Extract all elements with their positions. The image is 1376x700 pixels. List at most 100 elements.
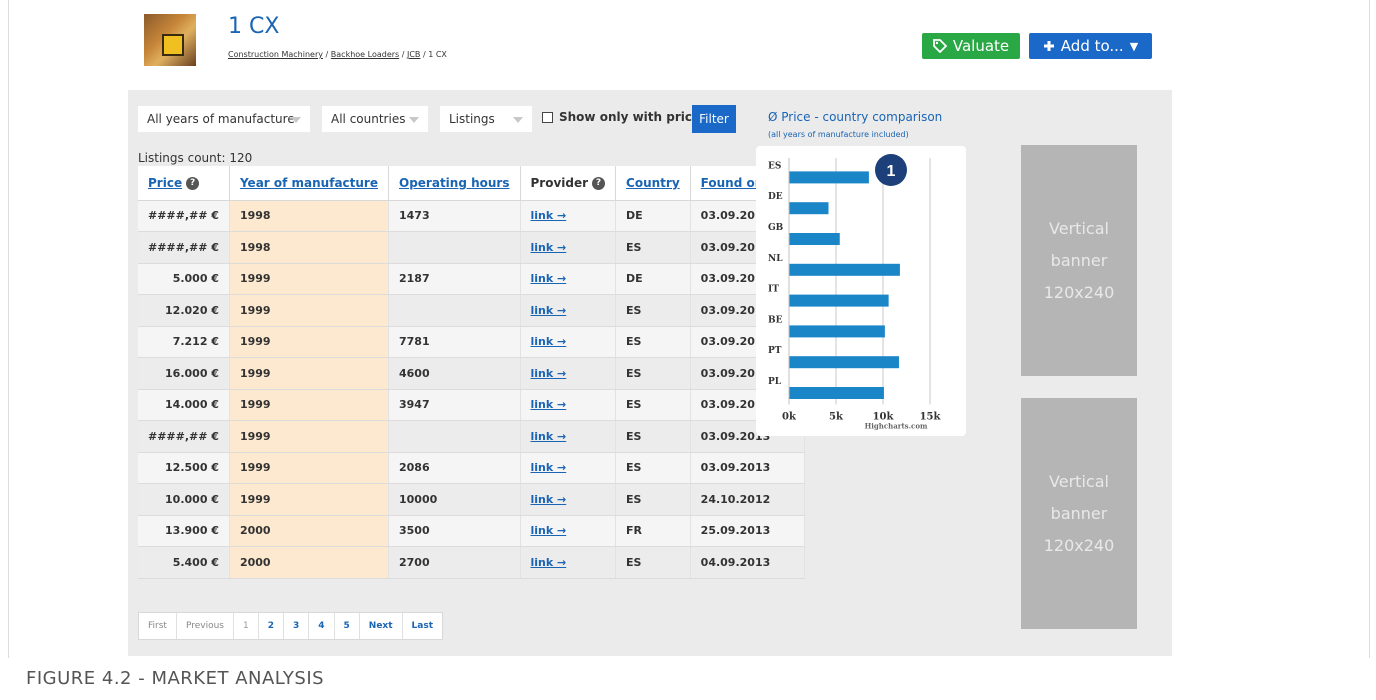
- cell-provider-link[interactable]: link →: [520, 389, 617, 421]
- figure-caption: FIGURE 4.2 - MARKET ANALYSIS: [26, 668, 325, 689]
- column-price[interactable]: Price?: [138, 166, 230, 201]
- vertical-banner-2[interactable]: Vertical banner 120x240: [1021, 398, 1137, 629]
- tag-icon: [932, 39, 947, 53]
- page-first[interactable]: First: [139, 613, 177, 639]
- breadcrumb-backhoe-loaders[interactable]: Backhoe Loaders: [331, 50, 399, 59]
- table-row: 10.000 €1999 10000 link → ES 24.10.2012: [138, 483, 805, 516]
- cell-year: 1998: [229, 231, 390, 264]
- bar-it: [789, 294, 889, 307]
- price-only-checkbox[interactable]: [542, 111, 553, 123]
- column-hours[interactable]: Operating hours: [388, 166, 521, 201]
- bar-nl: [789, 263, 900, 276]
- add-to-label: Add to...: [1060, 37, 1124, 55]
- cell-price: 13.900 €: [138, 515, 230, 547]
- cell-price: 16.000 €: [138, 357, 230, 390]
- bar-pt: [789, 356, 899, 369]
- cell-hours: [388, 231, 521, 264]
- breadcrumb-jcb[interactable]: JCB: [407, 50, 420, 59]
- cell-provider-link[interactable]: link →: [520, 420, 617, 453]
- page-last[interactable]: Last: [403, 613, 442, 639]
- valuate-label: Valuate: [952, 37, 1010, 55]
- chevron-down-icon: [513, 117, 523, 123]
- cell-hours: 4600: [388, 357, 521, 390]
- cell-found-on: 03.09.2013: [690, 452, 805, 484]
- help-icon[interactable]: ?: [592, 176, 606, 190]
- cell-provider-link[interactable]: link →: [520, 546, 617, 579]
- column-year[interactable]: Year of manufacture: [229, 166, 390, 201]
- cell-provider-link[interactable]: link →: [520, 483, 617, 516]
- cell-price: 10.000 €: [138, 483, 230, 516]
- cell-hours: 7781: [388, 326, 521, 358]
- cell-found-on: 25.09.2013: [690, 515, 805, 547]
- column-country[interactable]: Country: [615, 166, 691, 201]
- add-to-button[interactable]: Add to... ▼: [1029, 33, 1152, 59]
- cell-year: 1999: [229, 483, 390, 516]
- market-analysis-panel: All years of manufacture All countries L…: [128, 90, 1172, 656]
- filter-button[interactable]: Filter: [692, 105, 736, 133]
- cell-provider-link[interactable]: link →: [520, 263, 617, 295]
- cell-provider-link[interactable]: link →: [520, 326, 617, 358]
- y-category-label: NL: [768, 254, 783, 264]
- machine-thumbnail[interactable]: [144, 14, 196, 66]
- cell-price: 12.020 €: [138, 294, 230, 327]
- cell-price: 14.000 €: [138, 389, 230, 421]
- page-1[interactable]: 1: [234, 613, 259, 639]
- price-only-toggle[interactable]: Show only with price: [542, 110, 700, 124]
- cell-found-on: 24.10.2012: [690, 483, 805, 516]
- cell-provider-link[interactable]: link →: [520, 200, 617, 232]
- cell-year: 1999: [229, 294, 390, 327]
- table-row: 12.500 €1999 2086 link → ES 03.09.2013: [138, 452, 805, 484]
- page-3[interactable]: 3: [284, 613, 310, 639]
- cell-found-on: 04.09.2013: [690, 546, 805, 579]
- cell-hours: 2700: [388, 546, 521, 579]
- bar-es: [789, 171, 869, 184]
- page-title: 1 CX: [228, 14, 280, 39]
- page-5[interactable]: 5: [335, 613, 360, 639]
- table-header-row: Price? Year of manufacture Operating hou…: [138, 166, 805, 201]
- cell-country: ES: [615, 357, 691, 390]
- cell-country: ES: [615, 546, 691, 579]
- cell-provider-link[interactable]: link →: [520, 294, 617, 327]
- table-row: 12.020 €1999 link → ES 03.09.2013: [138, 294, 805, 327]
- cell-price: 5.400 €: [138, 546, 230, 579]
- countries-select[interactable]: All countries: [322, 106, 428, 132]
- page-next[interactable]: Next: [360, 613, 403, 639]
- table-row: 7.212 €1999 7781 link → ES 03.09.2013: [138, 326, 805, 358]
- cell-provider-link[interactable]: link →: [520, 357, 617, 390]
- y-category-label: BE: [768, 315, 783, 325]
- years-select[interactable]: All years of manufacture: [138, 106, 310, 132]
- cell-country: FR: [615, 515, 691, 547]
- callout-marker-label: 1: [887, 163, 896, 180]
- chart-credit: Highcharts.com: [865, 421, 928, 430]
- cell-year: 1999: [229, 326, 390, 358]
- vertical-banner-1[interactable]: Vertical banner 120x240: [1021, 145, 1137, 376]
- listings-count: Listings count: 120: [138, 151, 253, 165]
- cell-price: ####,## €: [138, 200, 230, 232]
- valuate-button[interactable]: Valuate: [922, 33, 1020, 59]
- breadcrumb-current: 1 CX: [428, 50, 447, 59]
- page-4[interactable]: 4: [309, 613, 335, 639]
- cell-price: ####,## €: [138, 420, 230, 453]
- y-category-label: PL: [768, 377, 782, 387]
- bar-gb: [789, 233, 840, 245]
- help-icon[interactable]: ?: [186, 176, 200, 190]
- breadcrumb-construction-machinery[interactable]: Construction Machinery: [228, 50, 323, 59]
- cell-provider-link[interactable]: link →: [520, 452, 617, 484]
- bar-be: [789, 325, 885, 338]
- x-tick-label: 0k: [782, 411, 797, 422]
- cell-country: ES: [615, 389, 691, 421]
- cell-provider-link[interactable]: link →: [520, 515, 617, 547]
- listing-type-select[interactable]: Listings: [440, 106, 532, 132]
- cell-price: 7.212 €: [138, 326, 230, 358]
- page-2[interactable]: 2: [259, 613, 284, 639]
- cell-hours: 2187: [388, 263, 521, 295]
- country-price-chart: 0k 5k 10k 15k ES DE GB NL IT BE PT PL Highcharts.com…: [756, 146, 966, 436]
- cell-provider-link[interactable]: link →: [520, 231, 617, 264]
- table-row: 14.000 €1999 3947 link → ES 03.09.2013: [138, 389, 805, 421]
- cell-country: DE: [615, 263, 691, 295]
- cell-year: 1999: [229, 452, 390, 484]
- page-previous[interactable]: Previous: [177, 613, 234, 639]
- bar-pl: [789, 387, 884, 399]
- cell-hours: [388, 294, 521, 327]
- chart-subtitle: (all years of manufacture included): [768, 130, 909, 139]
